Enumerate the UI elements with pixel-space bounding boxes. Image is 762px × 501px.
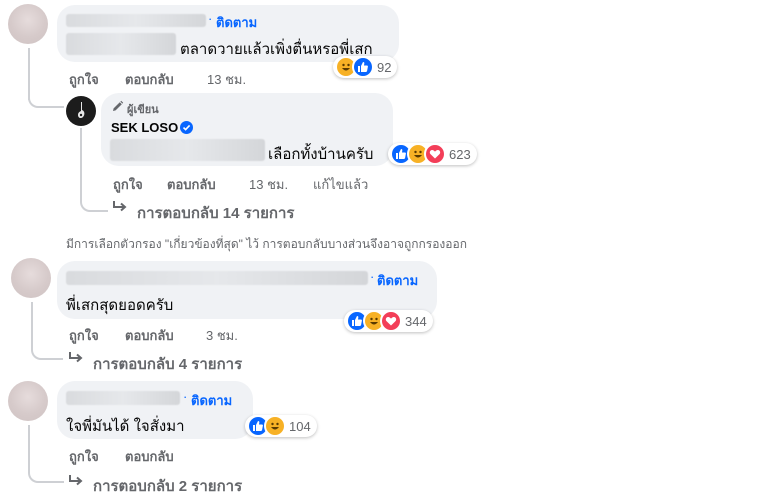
reply-button[interactable]: ตอบกลับ xyxy=(125,69,174,90)
author-name[interactable]: SEK LOSO xyxy=(111,120,178,135)
reaction-count: 104 xyxy=(289,418,311,434)
commenter-name-redacted[interactable] xyxy=(66,271,368,285)
separator-dot: · xyxy=(208,11,213,26)
like-button[interactable]: ถูกใจ xyxy=(69,325,99,346)
view-replies-link[interactable]: การตอบกลับ 2 รายการ xyxy=(93,474,242,498)
reply-timestamp[interactable]: 13 ชม. xyxy=(249,174,288,195)
mention-redacted[interactable] xyxy=(110,139,265,161)
commenter-avatar[interactable] xyxy=(11,258,51,298)
view-replies-link[interactable]: การตอบกลับ 4 รายการ xyxy=(93,352,242,376)
thread-connector xyxy=(31,342,63,360)
like-button[interactable]: ถูกใจ xyxy=(113,174,143,195)
thread-connector xyxy=(28,465,64,483)
reply-button[interactable]: ตอบกลับ xyxy=(125,446,174,467)
mention-redacted[interactable] xyxy=(66,33,176,55)
reaction-summary[interactable]: 104 xyxy=(245,415,317,437)
follow-link[interactable]: ติดตาม xyxy=(216,12,257,33)
reply-button[interactable]: ตอบกลับ xyxy=(167,174,216,195)
reaction-count: 92 xyxy=(377,59,392,75)
like-button[interactable]: ถูกใจ xyxy=(69,69,99,90)
guitar-logo-icon xyxy=(78,102,85,119)
pencil-icon xyxy=(111,100,124,118)
commenter-avatar[interactable] xyxy=(8,381,48,421)
separator-dot: · xyxy=(183,389,188,404)
follow-link[interactable]: ติดตาม xyxy=(191,390,232,411)
reaction-count: 623 xyxy=(449,146,471,162)
edited-label[interactable]: แก้ไขแล้ว xyxy=(313,174,368,195)
separator-dot: · xyxy=(370,269,375,284)
like-reaction-icon xyxy=(352,56,374,78)
commenter-avatar[interactable] xyxy=(8,4,48,44)
reaction-summary[interactable]: 92 xyxy=(333,56,398,78)
reply-button[interactable]: ตอบกลับ xyxy=(125,325,174,346)
reply-thread-connector xyxy=(80,192,108,212)
author-avatar[interactable] xyxy=(66,96,96,126)
haha-reaction-icon xyxy=(264,415,286,437)
comment-timestamp[interactable]: 13 ชม. xyxy=(207,69,246,90)
verified-badge-icon xyxy=(180,121,193,139)
reaction-summary[interactable]: 344 xyxy=(344,310,433,332)
reply-arrow-icon xyxy=(68,474,84,493)
commenter-name-redacted[interactable] xyxy=(66,391,180,405)
like-button[interactable]: ถูกใจ xyxy=(69,446,99,467)
commenter-name-redacted[interactable] xyxy=(66,14,206,27)
author-reply-text: เลือกทั้งบ้านครับ xyxy=(268,146,374,163)
comment-timestamp[interactable]: 3 ชม. xyxy=(206,325,238,346)
reply-arrow-icon xyxy=(112,200,128,219)
reply-thread-line xyxy=(80,128,82,200)
reaction-count: 344 xyxy=(405,313,427,329)
follow-link[interactable]: ติดตาม xyxy=(377,270,418,291)
author-badge-label: ผู้เขียน xyxy=(127,104,159,116)
comment-text: พี่เสกสุดยอดครับ xyxy=(66,297,174,314)
reaction-summary[interactable]: 623 xyxy=(388,143,477,165)
comment-text: ใจพี่มันได้ ใจสั่งมา xyxy=(66,418,185,435)
thread-connector xyxy=(28,92,64,108)
reply-arrow-icon xyxy=(68,351,84,370)
filter-notice: มีการเลือกตัวกรอง "เกี่ยวข้องที่สุด" ไว้… xyxy=(66,237,467,251)
love-reaction-icon xyxy=(380,310,402,332)
view-replies-link[interactable]: การตอบกลับ 14 รายการ xyxy=(137,201,294,225)
love-reaction-icon xyxy=(424,143,446,165)
